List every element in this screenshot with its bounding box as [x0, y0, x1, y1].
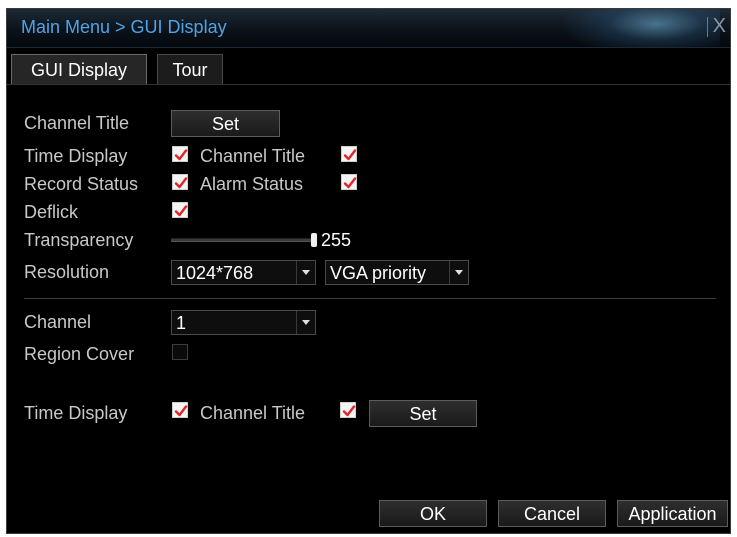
cancel-button[interactable]: Cancel: [498, 500, 606, 527]
channel-time-display-checkbox[interactable]: [172, 402, 188, 418]
channel-channel-title-checkbox[interactable]: [340, 402, 356, 418]
transparency-value: 255: [321, 230, 352, 250]
check-mark-icon: [174, 205, 188, 217]
window-title: Main Menu > GUI Display: [21, 17, 227, 37]
gui-display-window: Main Menu > GUI Display X GUI Display To…: [6, 8, 731, 534]
check-mark-icon: [343, 149, 357, 161]
time-display-label: Time Display: [24, 146, 128, 166]
transparency-label: Transparency: [24, 230, 134, 250]
resolution-label: Resolution: [24, 262, 110, 282]
tab-gui-display[interactable]: GUI Display: [11, 54, 147, 84]
deflick-checkbox[interactable]: [172, 202, 188, 218]
record-status-label: Record Status: [24, 174, 139, 194]
channel-select[interactable]: 1: [171, 310, 316, 335]
application-button[interactable]: Application: [617, 500, 728, 527]
deflick-label: Deflick: [24, 202, 79, 222]
transparency-slider-thumb[interactable]: [311, 233, 317, 247]
channel-select-value: 1: [176, 313, 187, 333]
channel-label: Channel: [24, 312, 92, 332]
channel-channel-title-label: Channel Title: [200, 403, 306, 423]
region-cover-label: Region Cover: [24, 344, 135, 364]
title-separator: [707, 17, 708, 37]
section-divider: [24, 298, 716, 299]
check-mark-icon: [174, 177, 188, 189]
alarm-status-checkbox[interactable]: [341, 174, 357, 190]
tab-tour[interactable]: Tour: [157, 54, 223, 84]
tab-underline: [7, 84, 730, 85]
channel-title-check-label: Channel Title: [200, 146, 306, 166]
check-mark-icon: [174, 405, 188, 417]
transparency-slider[interactable]: [171, 238, 317, 242]
record-status-checkbox[interactable]: [172, 174, 188, 190]
output-priority-select[interactable]: VGA priority: [325, 260, 469, 285]
channel-title-set-button[interactable]: Set: [171, 110, 280, 137]
alarm-status-label: Alarm Status: [200, 174, 304, 194]
title-bar-glow: [560, 9, 720, 47]
chevron-down-icon: [296, 311, 315, 334]
chevron-down-icon: [449, 261, 468, 284]
channel-set-button[interactable]: Set: [369, 400, 477, 427]
channel-title-checkbox[interactable]: [341, 146, 357, 162]
title-bar: Main Menu > GUI Display X: [7, 9, 730, 48]
channel-time-display-label: Time Display: [24, 403, 128, 423]
resolution-select-value: 1024*768: [176, 263, 254, 283]
region-cover-checkbox[interactable]: [172, 344, 188, 360]
check-mark-icon: [343, 177, 357, 189]
chevron-down-icon: [296, 261, 315, 284]
close-icon[interactable]: X: [713, 14, 726, 38]
time-display-checkbox[interactable]: [172, 146, 188, 162]
channel-title-label: Channel Title: [24, 113, 130, 133]
output-priority-select-value: VGA priority: [330, 263, 427, 283]
resolution-select[interactable]: 1024*768: [171, 260, 316, 285]
check-mark-icon: [342, 405, 356, 417]
check-mark-icon: [174, 149, 188, 161]
ok-button[interactable]: OK: [379, 500, 487, 527]
